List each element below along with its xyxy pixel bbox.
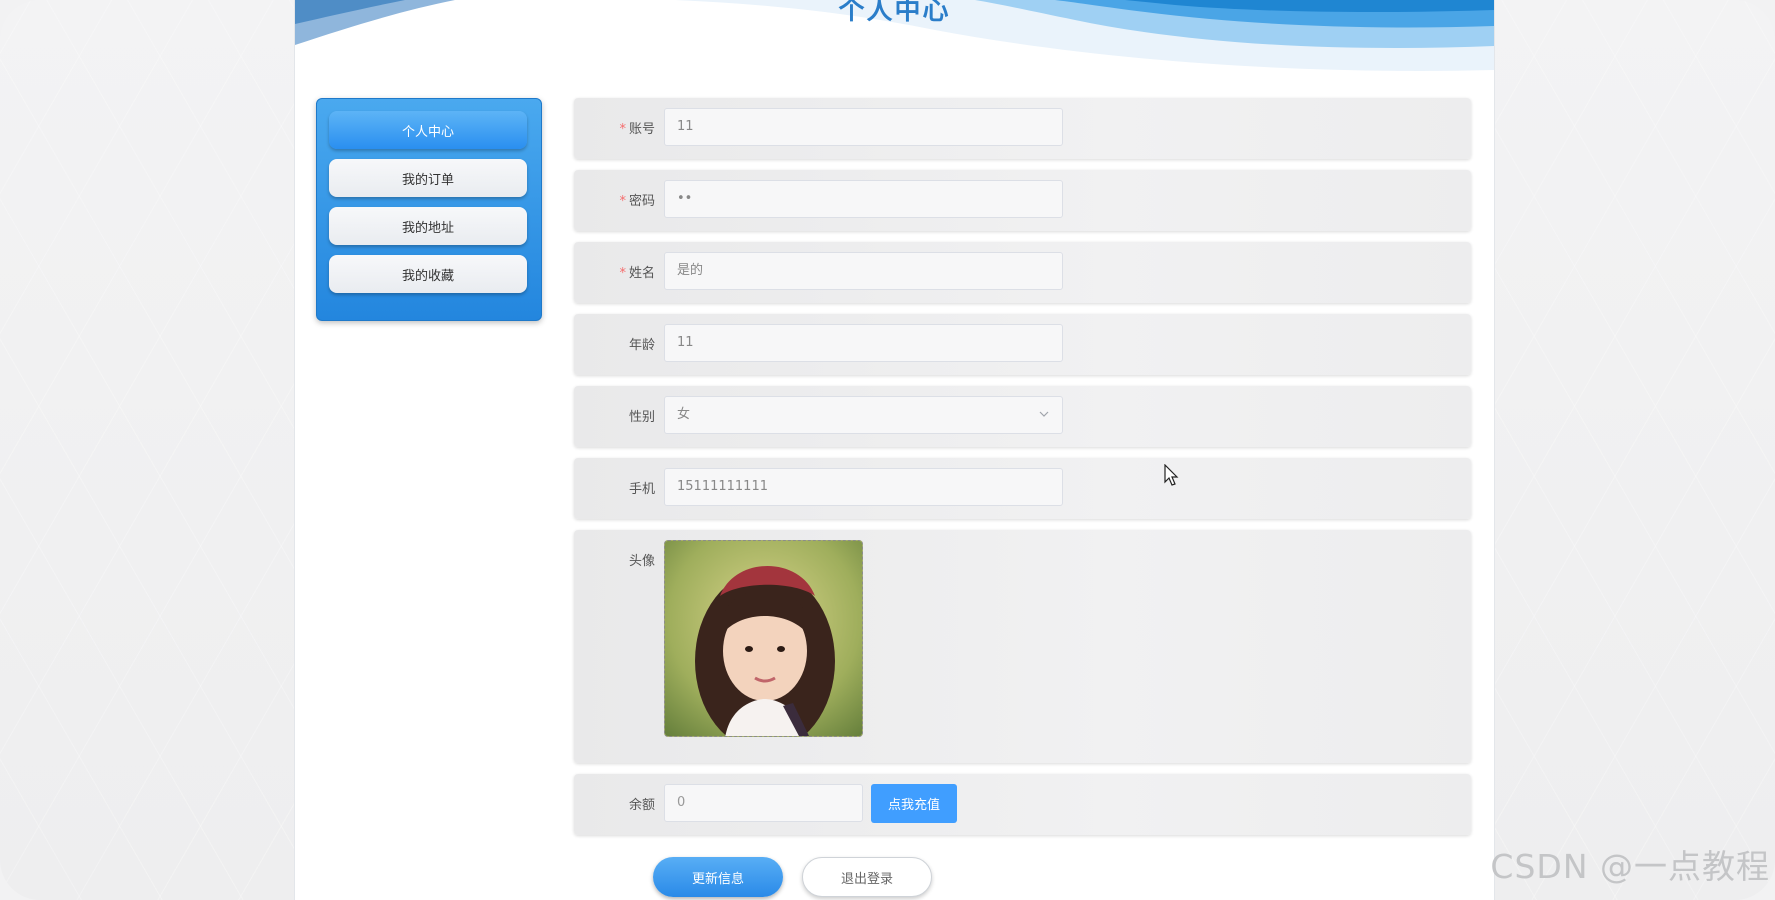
age-label: 年龄 (628, 338, 655, 353)
watermark: CSDN @一点教程 (1490, 847, 1770, 886)
form-row-account: * 账号 11 (574, 98, 1471, 159)
form-row-phone: 手机 15111111111 (574, 458, 1471, 519)
recharge-button[interactable]: 点我充值 (871, 784, 957, 823)
phone-label: 手机 (628, 482, 655, 497)
gender-label: 性别 (628, 410, 655, 425)
balance-input[interactable]: 0 (664, 784, 863, 822)
chevron-down-icon (1038, 397, 1050, 447)
form-row-age: 年龄 11 (574, 314, 1471, 375)
page-background: 个人中心 个人中心 我的订单 我的地址 我的收藏 * 账号 11 * 密码 •• *… (0, 0, 1775, 900)
sidebar: 个人中心 我的订单 我的地址 我的收藏 (316, 98, 542, 321)
form-row-gender: 性别 女 (574, 386, 1471, 447)
logout-button[interactable]: 退出登录 (802, 857, 932, 897)
name-input[interactable]: 是的 (664, 252, 1063, 290)
avatar-image (665, 541, 862, 736)
sidebar-item-my-orders[interactable]: 我的订单 (329, 159, 527, 197)
account-label: * 账号 (619, 122, 655, 137)
age-input[interactable]: 11 (664, 324, 1063, 362)
password-input[interactable]: •• (664, 180, 1063, 218)
mouse-cursor-icon (1164, 464, 1179, 486)
form-row-name: * 姓名 是的 (574, 242, 1471, 303)
gender-select[interactable]: 女 (664, 396, 1063, 434)
update-info-button[interactable]: 更新信息 (653, 857, 783, 897)
form-row-password: * 密码 •• (574, 170, 1471, 231)
phone-input[interactable]: 15111111111 (664, 468, 1063, 506)
main-container: 个人中心 个人中心 我的订单 我的地址 我的收藏 * 账号 11 * 密码 •• *… (294, 0, 1495, 900)
sidebar-item-personal-center[interactable]: 个人中心 (329, 111, 527, 149)
sidebar-item-my-favorites[interactable]: 我的收藏 (329, 255, 527, 293)
avatar-label: 头像 (628, 554, 655, 569)
account-input[interactable]: 11 (664, 108, 1063, 146)
password-label: * 密码 (619, 194, 655, 209)
sidebar-item-my-address[interactable]: 我的地址 (329, 207, 527, 245)
name-label: * 姓名 (619, 266, 655, 281)
form-row-balance: 余额 0 点我充值 (574, 774, 1471, 835)
balance-label: 余额 (628, 798, 655, 813)
form-row-avatar: 头像 (574, 530, 1471, 763)
page-title: 个人中心 (838, 0, 951, 26)
avatar-upload[interactable] (664, 540, 863, 737)
gender-select-value: 女 (677, 407, 691, 422)
